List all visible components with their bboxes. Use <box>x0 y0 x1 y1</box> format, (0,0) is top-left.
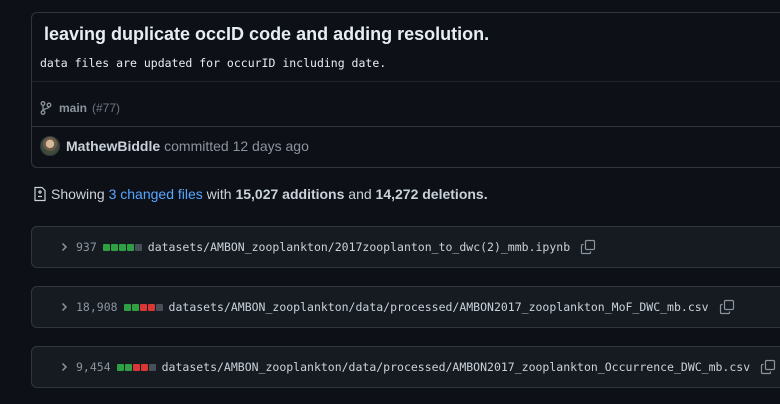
diffstat-block <box>148 363 156 371</box>
branch-info: main (#77) <box>40 101 120 115</box>
copy-icon[interactable] <box>760 359 776 375</box>
diffstat-block <box>155 303 163 311</box>
file-row[interactable]: 18,908 datasets/AMBON_zooplankton/data/p… <box>31 286 780 328</box>
commit-description: data files are updated for occurID inclu… <box>40 56 387 70</box>
diffstat-block <box>110 243 118 251</box>
diffstat-block <box>132 363 140 371</box>
diffstat-block <box>102 243 110 251</box>
file-diff-icon <box>34 186 46 202</box>
diffstat-block <box>139 303 147 311</box>
file-row[interactable]: 937 datasets/AMBON_zooplankton/2017zoopl… <box>31 226 780 268</box>
diffstat-block <box>118 243 126 251</box>
file-changes-count: 937 <box>76 240 97 254</box>
file-row[interactable]: 9,454 datasets/AMBON_zooplankton/data/pr… <box>31 346 780 388</box>
diffstat-block <box>140 363 148 371</box>
file-path[interactable]: datasets/AMBON_zooplankton/2017zooplanto… <box>148 240 570 254</box>
chevron-right-icon[interactable] <box>56 242 72 252</box>
file-path[interactable]: datasets/AMBON_zooplankton/data/processe… <box>162 360 751 374</box>
branch-link[interactable]: main <box>59 101 87 115</box>
diffstat-block <box>147 303 155 311</box>
diffstat-block <box>126 243 134 251</box>
diff-summary: Showing 3 changed files with 15,027 addi… <box>32 186 488 202</box>
copy-icon[interactable] <box>580 239 596 255</box>
author-link[interactable]: MathewBiddle <box>66 138 160 154</box>
chevron-right-icon[interactable] <box>56 362 72 372</box>
changed-files-link[interactable]: 3 changed files <box>109 186 203 202</box>
divider <box>32 81 780 82</box>
git-branch-icon <box>40 101 52 115</box>
summary-prefix: Showing <box>51 186 105 202</box>
commit-title: leaving duplicate occID code and adding … <box>44 24 490 44</box>
diffstat-block <box>124 363 132 371</box>
deletions-count: 14,272 deletions. <box>375 186 488 202</box>
chevron-right-icon[interactable] <box>56 302 72 312</box>
divider <box>32 126 780 127</box>
diffstat <box>116 363 156 371</box>
author-info: MathewBiddle committed 12 days ago <box>40 136 309 156</box>
diffstat-block <box>116 363 124 371</box>
summary-and: and <box>348 186 372 202</box>
commit-timestamp: committed 12 days ago <box>164 138 309 154</box>
diffstat <box>102 243 142 251</box>
file-path[interactable]: datasets/AMBON_zooplankton/data/processe… <box>169 300 709 314</box>
file-changes-count: 9,454 <box>76 360 111 374</box>
diffstat-block <box>134 243 142 251</box>
file-changes-count: 18,908 <box>76 300 118 314</box>
additions-count: 15,027 additions <box>235 186 345 202</box>
avatar[interactable] <box>40 136 60 156</box>
commit-header: leaving duplicate occID code and adding … <box>31 12 780 168</box>
diffstat-block <box>123 303 131 311</box>
summary-with: with <box>206 186 232 202</box>
diffstat <box>123 303 163 311</box>
copy-icon[interactable] <box>719 299 735 315</box>
pull-request-link[interactable]: (#77) <box>92 101 120 115</box>
diffstat-block <box>131 303 139 311</box>
